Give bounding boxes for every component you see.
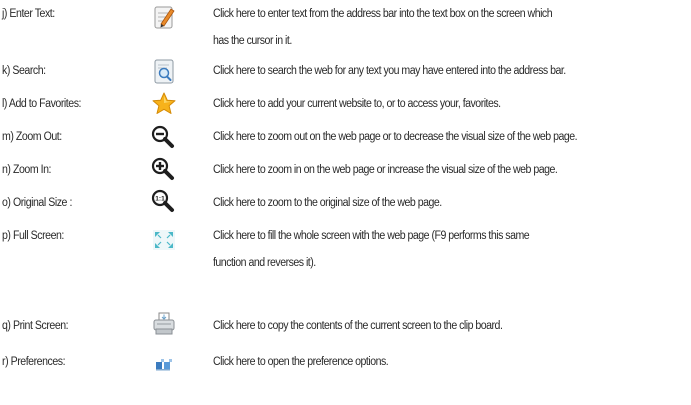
zoom-out-icon xyxy=(149,124,179,152)
item-description: Click here to add your current website t… xyxy=(213,98,501,110)
item-description: Click here to zoom to the original size … xyxy=(213,197,442,209)
item-label: n) Zoom In: xyxy=(2,164,52,176)
item-label: p) Full Screen: xyxy=(2,230,64,242)
preferences-icon xyxy=(149,349,179,377)
zoom-in-icon xyxy=(149,156,179,184)
description-line: Click here to fill the whole screen with… xyxy=(213,230,530,242)
item-description: Click here to search the web for any tex… xyxy=(213,65,566,77)
original-size-icon-text: 1:1 xyxy=(155,196,165,203)
full-screen-icon xyxy=(149,227,179,255)
item-description: Click here to copy the contents of the c… xyxy=(213,320,503,332)
item-label: k) Search: xyxy=(2,65,46,77)
original-size-icon: 1:1 xyxy=(149,188,179,216)
print-screen-icon xyxy=(149,310,179,338)
star-icon xyxy=(149,90,179,118)
item-description: Click here to enter text from the addres… xyxy=(213,7,653,48)
toolbar-legend-document: j) Enter Text: Click here to enter text … xyxy=(0,0,691,405)
item-description: Click here to fill the whole screen with… xyxy=(213,229,653,270)
item-description: Click here to zoom in on the web page or… xyxy=(213,164,558,176)
item-label: m) Zoom Out: xyxy=(2,131,62,143)
item-label: l) Add to Favorites: xyxy=(2,98,82,110)
search-icon xyxy=(149,58,179,86)
description-line: function and reverses it). xyxy=(213,257,316,269)
item-label: j) Enter Text: xyxy=(2,8,55,20)
item-description: Click here to zoom out on the web page o… xyxy=(213,131,578,143)
description-line: has the cursor in it. xyxy=(213,35,292,47)
item-label: r) Preferences: xyxy=(2,356,66,368)
enter-text-icon xyxy=(149,4,179,32)
description-line: Click here to enter text from the addres… xyxy=(213,8,553,20)
item-label: o) Original Size : xyxy=(2,197,72,209)
item-label: q) Print Screen: xyxy=(2,320,69,332)
item-description: Click here to open the preference option… xyxy=(213,356,389,368)
